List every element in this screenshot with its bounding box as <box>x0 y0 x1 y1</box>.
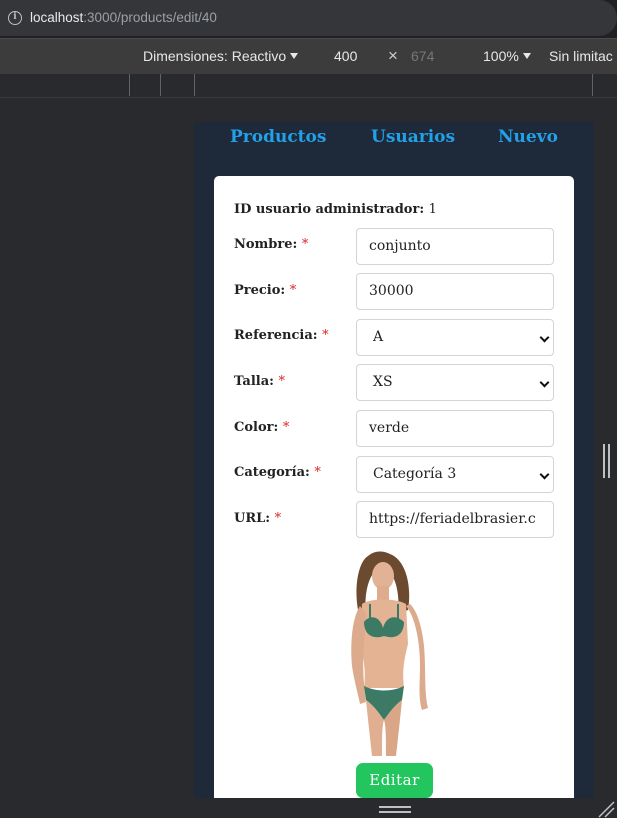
category-select[interactable]: Categoría 3 <box>356 456 554 493</box>
size-select-value: XS <box>373 374 393 390</box>
caret-down-icon <box>522 53 531 59</box>
omnibox[interactable]: i localhost:3000/products/edit/40 <box>0 0 617 36</box>
price-label: Precio: * <box>234 283 296 298</box>
dimensions-dropdown[interactable]: Dimensiones: Reactivo <box>143 48 299 64</box>
nav-link-new[interactable]: Nuevo <box>498 127 558 147</box>
resize-grip-line <box>379 806 411 808</box>
resize-handle-bottom[interactable] <box>379 806 411 814</box>
caret-down-icon <box>290 53 299 59</box>
required-mark: * <box>282 420 290 435</box>
chevron-down-icon <box>539 332 550 343</box>
url-input[interactable]: https://feriadelbrasier.c <box>356 501 554 538</box>
color-label-text: Color: <box>234 420 279 435</box>
url-label: URL: * <box>234 511 281 526</box>
required-mark: * <box>322 328 329 343</box>
dimensions-label: Dimensiones: Reactivo <box>143 48 287 64</box>
name-input[interactable]: conjunto <box>356 228 554 265</box>
size-label: Talla: * <box>234 374 285 389</box>
category-label-text: Categoría: <box>234 465 310 480</box>
category-select-value: Categoría 3 <box>373 466 457 482</box>
resize-grip-line <box>379 811 411 813</box>
chevron-down-icon <box>539 377 550 388</box>
admin-id-label-text: ID usuario administrador: <box>234 202 425 217</box>
media-query-ruler[interactable] <box>0 74 617 98</box>
url-text[interactable]: localhost:3000/products/edit/40 <box>30 10 217 25</box>
browser-address-bar: i localhost:3000/products/edit/40 <box>0 0 617 38</box>
reference-select-value: A <box>373 329 384 345</box>
zoom-label: 100% <box>483 48 519 64</box>
nav-link-products[interactable]: Productos <box>230 127 326 147</box>
resize-corner-handle[interactable] <box>597 800 615 818</box>
nav-link-users[interactable]: Usuarios <box>371 127 455 147</box>
close-icon: × <box>388 46 398 65</box>
required-mark: * <box>274 511 282 526</box>
size-select[interactable]: XS <box>356 364 554 401</box>
name-label: Nombre: * <box>234 237 308 252</box>
chevron-down-icon <box>539 469 550 480</box>
required-mark: * <box>301 237 309 252</box>
resize-handle-right[interactable] <box>603 444 611 478</box>
height-input[interactable]: 674 <box>411 48 434 64</box>
required-mark: * <box>278 374 285 389</box>
info-icon[interactable]: i <box>8 11 22 25</box>
price-input[interactable]: 30000 <box>356 273 554 310</box>
admin-id-label: ID usuario administrador: 1 <box>234 202 437 217</box>
url-host: localhost <box>30 10 84 25</box>
product-image <box>351 551 428 756</box>
ruler-divider <box>194 74 195 96</box>
width-input[interactable]: 400 <box>334 48 357 64</box>
edit-product-form: ID usuario administrador: 1 Nombre: * co… <box>214 176 574 798</box>
url-path: :3000/products/edit/40 <box>83 10 217 25</box>
resize-grip-line <box>608 444 610 478</box>
url-label-text: URL: <box>234 511 271 526</box>
category-label: Categoría: * <box>234 465 321 480</box>
admin-id-value: 1 <box>428 202 437 217</box>
ruler-divider <box>129 74 130 96</box>
reference-label-text: Referencia: <box>234 328 318 343</box>
name-label-text: Nombre: <box>234 237 298 252</box>
edit-submit-button[interactable]: Editar <box>356 763 433 798</box>
required-mark: * <box>314 465 321 480</box>
zoom-dropdown[interactable]: 100% <box>483 48 531 64</box>
size-label-text: Talla: <box>234 374 274 389</box>
app-viewport: Productos Usuarios Nuevo ID usuario admi… <box>194 122 594 798</box>
color-label: Color: * <box>234 420 289 435</box>
required-mark: * <box>289 283 297 298</box>
devtools-device-toolbar: Dimensiones: Reactivo 400 × 674 100% Sin… <box>0 38 617 74</box>
ruler-divider <box>160 74 161 96</box>
ruler-divider <box>592 74 593 96</box>
color-input[interactable]: verde <box>356 410 554 447</box>
resize-grip-line <box>603 444 605 478</box>
reference-label: Referencia: * <box>234 328 329 343</box>
reference-select[interactable]: A <box>356 319 554 356</box>
price-label-text: Precio: <box>234 283 286 298</box>
throttling-dropdown[interactable]: Sin limitac <box>549 48 613 64</box>
